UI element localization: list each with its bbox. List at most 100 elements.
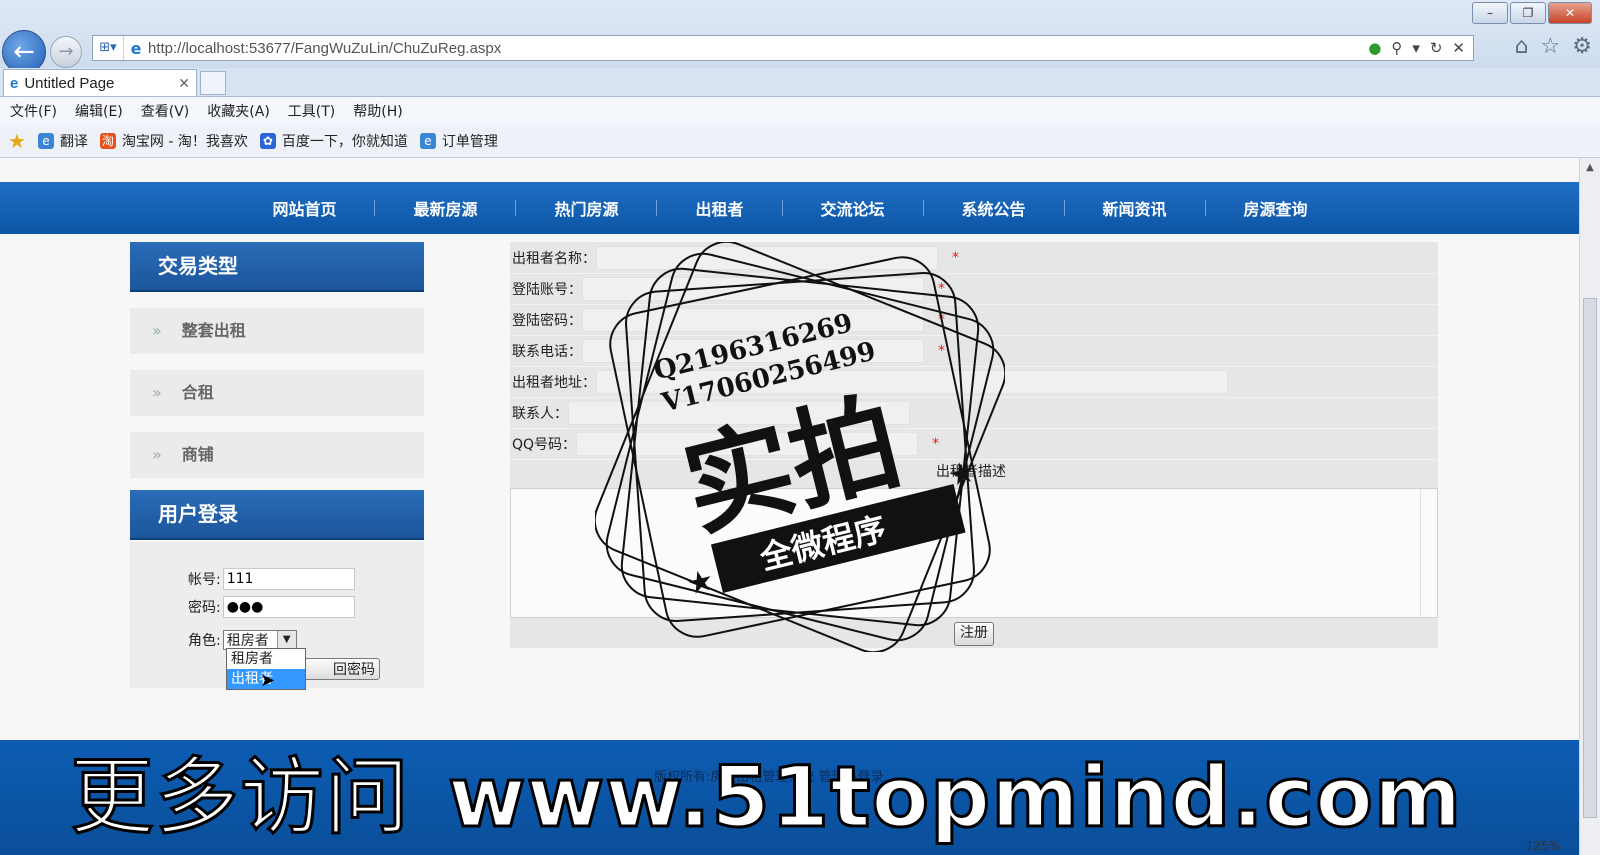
password-row: 密码: — [188, 596, 355, 618]
tab-title: Untitled Page — [24, 74, 115, 92]
browser-toolbar-right: ⌂ ☆ ⚙ — [1515, 34, 1592, 59]
dropdown-icon[interactable]: ▾ — [1412, 39, 1420, 57]
double-chevron-icon: » — [152, 383, 162, 402]
field-label: 联系电话： — [512, 343, 582, 360]
user-login-heading: 用户登录 — [130, 490, 424, 540]
field-label: 登陆密码： — [512, 312, 582, 329]
address-url[interactable]: http://localhost:53677/FangWuZuLin/ChuZu… — [148, 40, 1368, 57]
star-icon: ★ — [683, 562, 718, 602]
account-label: 帐号: — [188, 572, 221, 588]
favorites-star-icon[interactable]: ★ — [8, 129, 26, 153]
page-scrollbar[interactable]: ▲ — [1579, 158, 1600, 855]
field-label: 出租者地址： — [512, 374, 596, 391]
nav-home[interactable]: 网站首页 — [234, 196, 374, 220]
role-select[interactable]: 租房者 ▼ — [222, 630, 297, 650]
account-input[interactable] — [222, 568, 355, 590]
field-label: 联系人： — [512, 405, 568, 422]
minimize-button[interactable]: – — [1472, 2, 1508, 24]
sidebar-item-shop[interactable]: » 商铺 — [130, 432, 424, 478]
taobao-icon: 淘 — [99, 133, 116, 149]
field-label: 登陆账号： — [512, 281, 582, 298]
sidebar-item-label: 整套出租 — [181, 321, 246, 340]
promo-url-text: www.51topmind.com — [447, 748, 1463, 846]
nav-hot-listings[interactable]: 热门房源 — [516, 196, 656, 220]
password-label: 密码: — [188, 600, 221, 616]
menu-help[interactable]: 帮助(H) — [353, 101, 402, 121]
compat-view-icon[interactable]: ● — [1368, 39, 1381, 57]
mouse-cursor-icon: ➤ — [260, 670, 276, 691]
favorite-label: 翻译 — [59, 134, 88, 150]
chevron-down-icon[interactable]: ▼ — [276, 631, 296, 649]
scroll-thumb[interactable] — [1583, 298, 1597, 818]
close-window-button[interactable]: ✕ — [1548, 2, 1592, 24]
retrieve-password-button[interactable]: 回密码 — [300, 658, 380, 680]
favorites-bar: ★ e 翻译 淘 淘宝网 - 淘！我喜欢 ✿ 百度一下，你就知道 e 订单管理 — [0, 125, 1600, 158]
gear-icon[interactable]: ⚙ — [1572, 34, 1592, 59]
field-label: 出租者名称： — [512, 250, 596, 267]
favorite-link-baidu[interactable]: ✿ 百度一下，你就知道 — [259, 131, 408, 151]
ie-tab-icon: e — [10, 74, 19, 92]
promo-watermark: 更多访问 www.51topmind.com — [68, 751, 1462, 844]
nav-latest-listings[interactable]: 最新房源 — [375, 196, 515, 220]
menu-view[interactable]: 查看(V) — [141, 101, 190, 121]
new-tab-button[interactable] — [200, 71, 226, 95]
trade-type-heading: 交易类型 — [130, 242, 424, 292]
home-icon[interactable]: ⌂ — [1515, 34, 1529, 59]
password-input[interactable] — [222, 596, 355, 618]
ie-page-icon: e — [419, 133, 436, 149]
menu-favorites[interactable]: 收藏夹(A) — [207, 101, 270, 121]
baidu-paw-icon: ✿ — [259, 133, 276, 149]
double-chevron-icon: » — [152, 321, 162, 340]
browser-title-bar: – ❐ ✕ ← → ⊞▾ e http://localhost:53677/Fa… — [0, 0, 1600, 74]
address-tools: ● ⚲ ▾ ↻ ✕ — [1368, 39, 1473, 57]
nav-search[interactable]: 房源查询 — [1206, 196, 1346, 220]
favorite-link-taobao[interactable]: 淘 淘宝网 - 淘！我喜欢 — [99, 131, 248, 151]
nav-announcements[interactable]: 系统公告 — [924, 196, 1064, 220]
address-bar[interactable]: ⊞▾ e http://localhost:53677/FangWuZuLin/… — [92, 35, 1474, 61]
textarea-scrollbar[interactable] — [1420, 489, 1437, 617]
ie-page-icon: e — [37, 133, 54, 149]
window-controls: – ❐ ✕ — [1472, 2, 1592, 24]
menu-tools[interactable]: 工具(T) — [288, 101, 335, 121]
nav-forum[interactable]: 交流论坛 — [783, 196, 923, 220]
sidebar-item-label: 合租 — [181, 383, 214, 402]
menu-bar: 文件(F) 编辑(E) 查看(V) 收藏夹(A) 工具(T) 帮助(H) — [0, 97, 1600, 125]
menu-file[interactable]: 文件(F) — [10, 101, 57, 121]
role-label: 角色: — [188, 633, 221, 649]
close-tab-icon[interactable]: ✕ — [178, 75, 190, 92]
sidebar: 交易类型 » 整套出租 » 合租 » 商铺 用户登录 帐号: 密码: 角色: — [130, 242, 424, 691]
promo-cn-text: 更多访问 — [68, 748, 411, 846]
favorite-link-orders[interactable]: e 订单管理 — [419, 131, 498, 151]
sidebar-item-whole-rent[interactable]: » 整套出租 — [130, 308, 424, 354]
favorite-label: 订单管理 — [441, 134, 498, 150]
favorite-label: 百度一下，你就知道 — [281, 134, 408, 150]
field-label: QQ号码： — [512, 436, 577, 453]
refresh-icon[interactable]: ↻ — [1430, 39, 1443, 57]
favorite-link-translate[interactable]: e 翻译 — [37, 131, 88, 151]
double-chevron-icon: » — [152, 445, 162, 464]
zoom-level[interactable]: 125% — [1526, 839, 1560, 853]
watermark-stamp: Q2196316269 V17060256499 实拍 全微程序 ★ ★ — [595, 242, 1005, 652]
menu-edit[interactable]: 编辑(E) — [75, 101, 123, 121]
nav-landlords[interactable]: 出租者 — [657, 196, 781, 220]
account-row: 帐号: — [188, 568, 355, 590]
scroll-up-icon[interactable]: ▲ — [1580, 162, 1600, 173]
role-row: 角色: 租房者 ▼ — [188, 630, 297, 650]
favorite-label: 淘宝网 - 淘！我喜欢 — [121, 134, 248, 150]
tab-strip: e Untitled Page ✕ — [0, 68, 1600, 97]
ie-logo-icon: e — [130, 38, 142, 58]
role-selected-value: 租房者 — [226, 633, 269, 649]
stop-icon[interactable]: ✕ — [1452, 39, 1465, 57]
nav-news[interactable]: 新闻资讯 — [1065, 196, 1205, 220]
sidebar-item-shared-rent[interactable]: » 合租 — [130, 370, 424, 416]
search-icon[interactable]: ⚲ — [1391, 39, 1402, 57]
tab-untitled-page[interactable]: e Untitled Page ✕ — [3, 69, 197, 96]
login-panel: 帐号: 密码: 角色: 租房者 ▼ 回密码 租房者 出租者 ➤ — [130, 542, 424, 691]
favorites-star-icon[interactable]: ☆ — [1541, 34, 1561, 59]
page-compat-icon[interactable]: ⊞▾ — [93, 36, 124, 60]
main-nav-bar: 网站首页 最新房源 热门房源 出租者 交流论坛 系统公告 新闻资讯 房源查询 — [0, 182, 1580, 234]
restore-button[interactable]: ❐ — [1510, 2, 1546, 24]
role-option-tenant[interactable]: 租房者 — [227, 649, 305, 669]
forward-button[interactable]: → — [50, 36, 82, 68]
sidebar-item-label: 商铺 — [181, 445, 214, 464]
